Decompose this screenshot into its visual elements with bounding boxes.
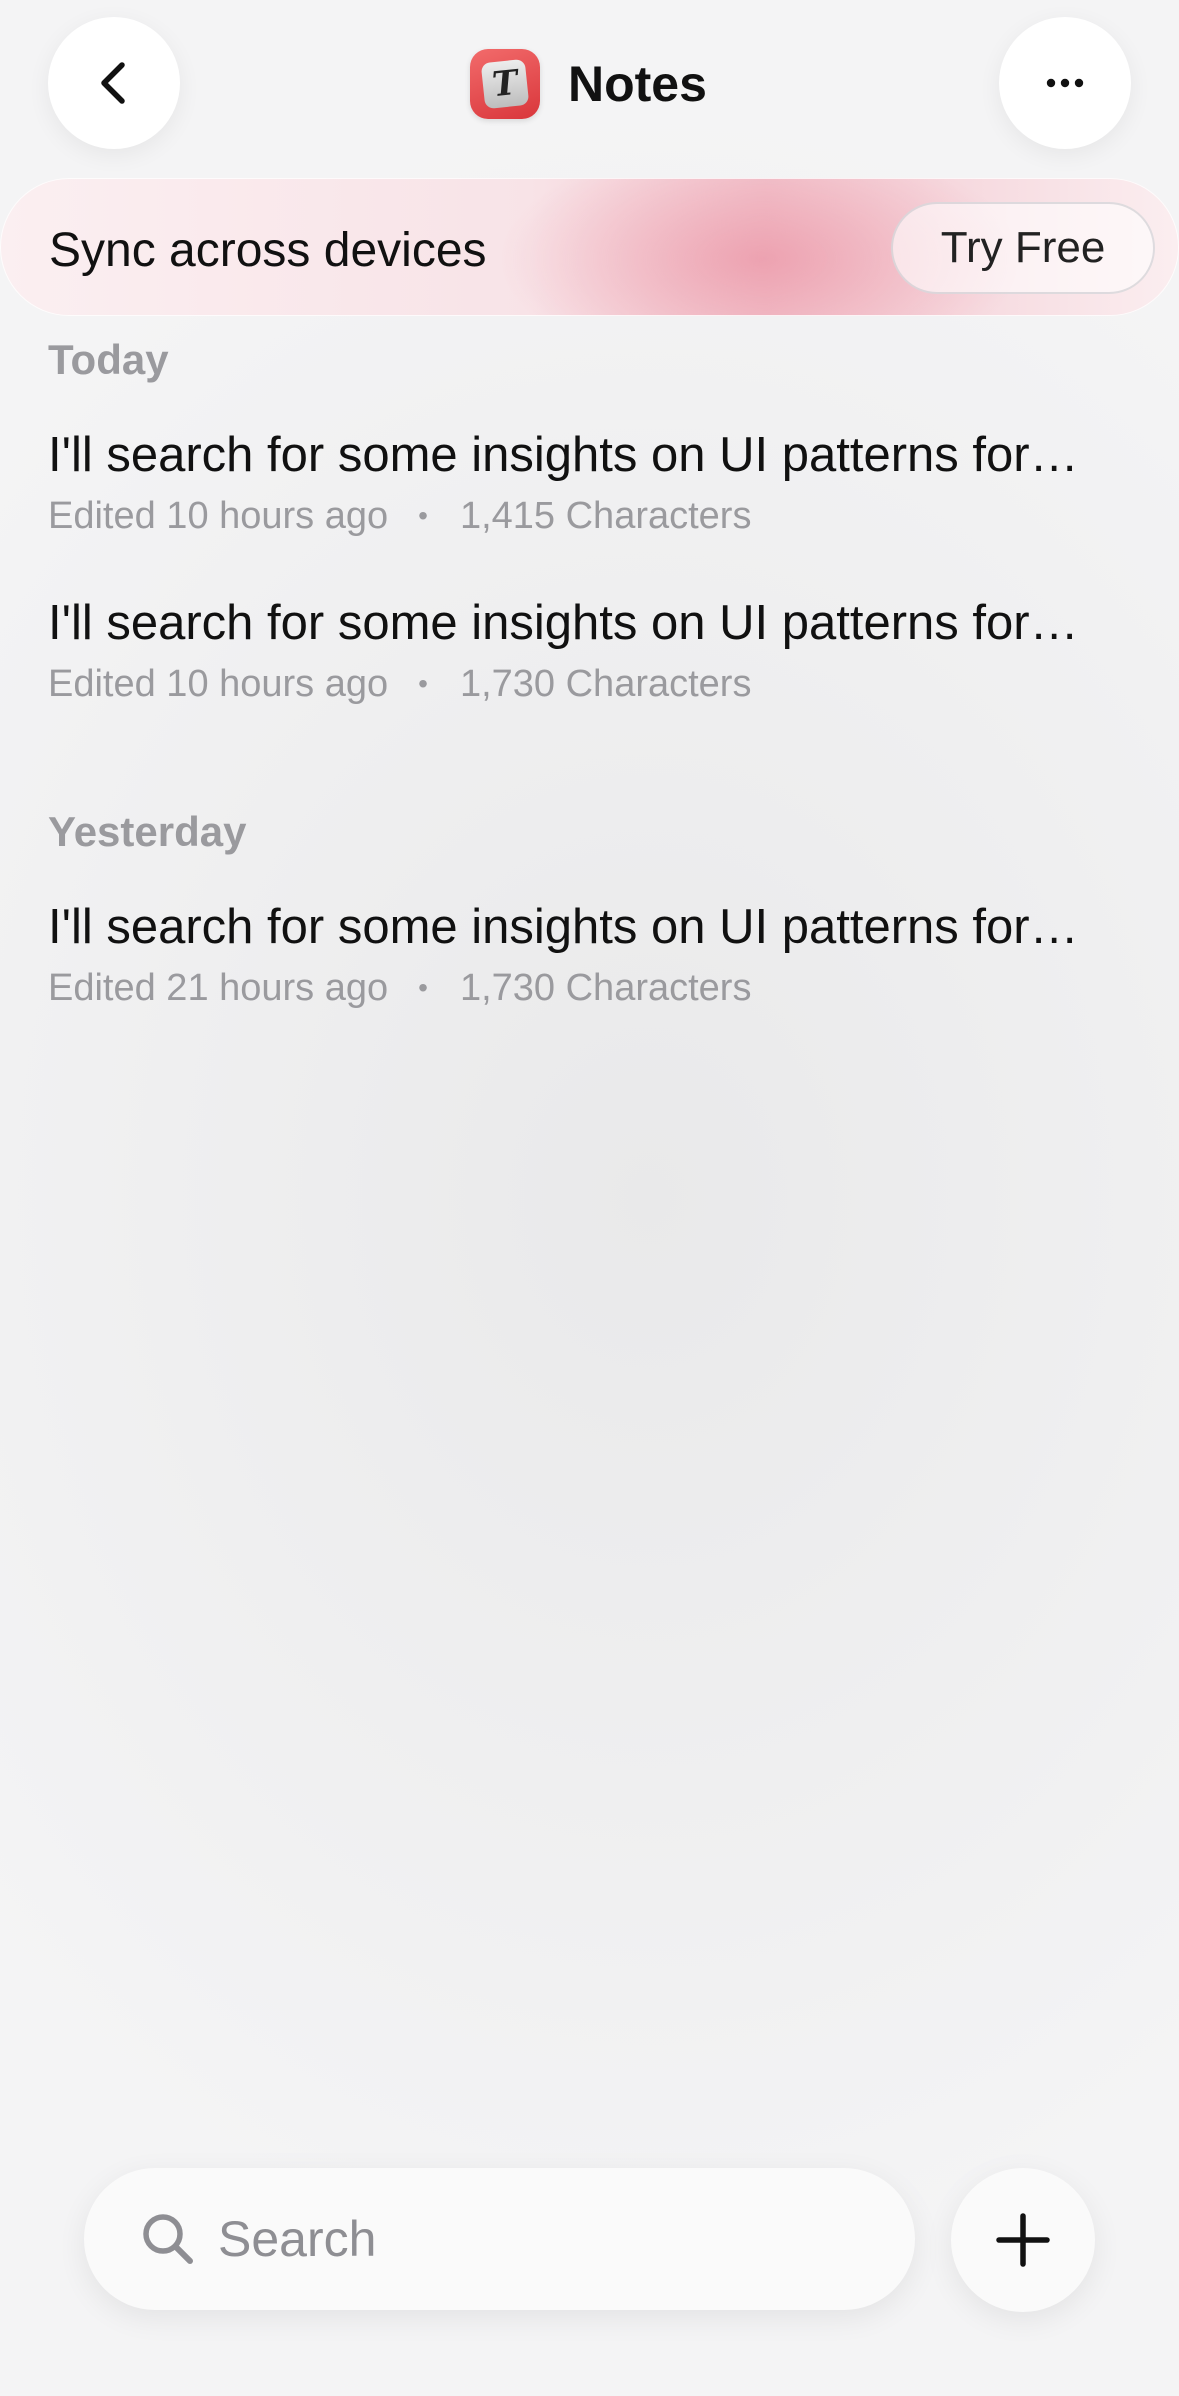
note-meta: Edited 10 hours ago • 1,730 Characters [48,661,1128,707]
add-note-button[interactable] [951,2168,1095,2312]
meta-separator: • [418,668,428,699]
search-icon [143,2214,193,2264]
page-title: Notes [568,56,707,112]
app-icon-letter: T [480,58,530,110]
section-label-yesterday: Yesterday [48,808,247,855]
more-button[interactable] [999,17,1131,149]
search-input[interactable] [218,2210,818,2268]
back-button[interactable] [48,17,180,149]
note-edited: Edited 10 hours ago [48,662,389,705]
note-characters: 1,415 Characters [459,494,752,537]
sync-banner-text: Sync across devices [49,224,487,277]
note-item[interactable]: I'll search for some insights on UI patt… [48,593,1128,707]
sync-banner[interactable]: Sync across devices Try Free [0,178,1179,316]
section-label-today: Today [48,336,169,383]
meta-separator: • [418,500,428,531]
try-free-button[interactable]: Try Free [891,202,1155,294]
note-title: I'll search for some insights on UI patt… [48,900,1079,954]
ellipsis-icon [1046,78,1084,88]
note-characters: 1,730 Characters [459,966,752,1009]
note-meta: Edited 21 hours ago • 1,730 Characters [48,965,1128,1011]
note-title: I'll search for some insights on UI patt… [48,428,1079,482]
app-icon: T [470,49,540,119]
note-item[interactable]: I'll search for some insights on UI patt… [48,897,1128,1011]
meta-separator: • [418,972,428,1003]
title-group: T Notes [470,44,707,124]
note-meta: Edited 10 hours ago • 1,415 Characters [48,493,1128,539]
search-bar[interactable] [84,2168,915,2310]
note-characters: 1,730 Characters [459,662,752,705]
chevron-left-icon [101,62,125,104]
note-edited: Edited 10 hours ago [48,494,389,537]
header: T Notes [0,0,1179,170]
plus-icon [996,2213,1050,2267]
note-item[interactable]: I'll search for some insights on UI patt… [48,425,1128,539]
note-title: I'll search for some insights on UI patt… [48,596,1079,650]
note-edited: Edited 21 hours ago [48,966,389,1009]
